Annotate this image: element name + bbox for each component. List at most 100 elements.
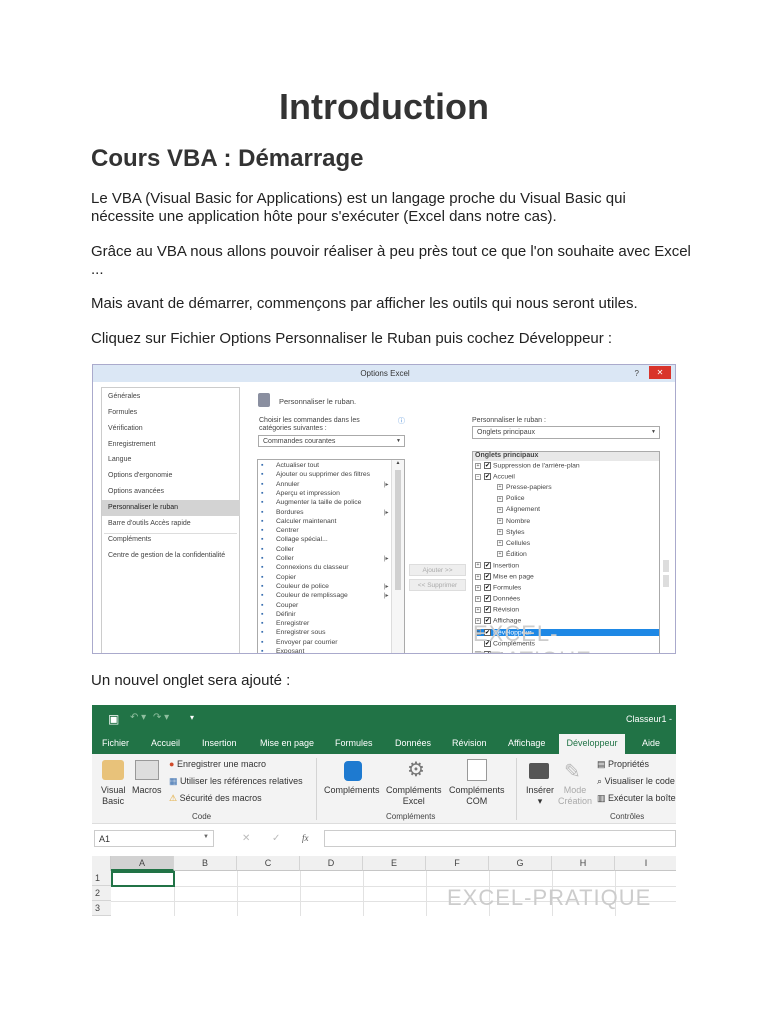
gear-icon[interactable]: ⚙ bbox=[407, 757, 425, 782]
command-item[interactable]: Annuler bbox=[276, 481, 299, 488]
select-all-corner[interactable] bbox=[92, 856, 111, 871]
excel-addins-button[interactable]: Compléments Excel bbox=[386, 785, 442, 807]
command-item[interactable]: Connexions du classeur bbox=[276, 564, 349, 571]
command-item[interactable]: Actualiser tout bbox=[276, 462, 319, 469]
close-button[interactable]: ✕ bbox=[649, 366, 671, 379]
category-item[interactable]: Langue bbox=[108, 456, 131, 463]
command-item[interactable]: Copier bbox=[276, 574, 296, 581]
column-header[interactable]: B bbox=[174, 856, 237, 871]
expand-icon[interactable]: + bbox=[497, 495, 503, 502]
checkbox[interactable]: ✔ bbox=[484, 595, 491, 603]
column-header[interactable]: I bbox=[615, 856, 676, 871]
expand-icon[interactable]: + bbox=[475, 462, 481, 469]
insert-function-icon[interactable]: fx bbox=[302, 833, 309, 843]
tree-item[interactable]: + Nombre bbox=[497, 518, 530, 525]
remove-button[interactable]: << Supprimer bbox=[409, 579, 466, 591]
redo-icon[interactable]: ↷ ▾ bbox=[153, 712, 169, 723]
active-cell-a1[interactable] bbox=[111, 871, 175, 887]
checkbox[interactable]: ✔ bbox=[484, 584, 491, 592]
command-item[interactable]: Enregistrer sous bbox=[276, 629, 326, 636]
command-item[interactable]: Couper bbox=[276, 602, 298, 609]
com-addins-button[interactable]: Compléments COM bbox=[449, 785, 505, 807]
tree-item[interactable]: + ✔ Formules bbox=[475, 584, 521, 591]
row-header[interactable]: 1 bbox=[92, 871, 111, 886]
command-item[interactable]: Enregistrer bbox=[276, 620, 309, 627]
save-icon[interactable]: ▣ bbox=[108, 712, 119, 726]
addins-icon[interactable] bbox=[344, 761, 362, 781]
tab-aide[interactable]: Aide bbox=[642, 738, 660, 748]
command-item[interactable]: Envoyer par courrier bbox=[276, 639, 338, 646]
move-down-button[interactable] bbox=[663, 575, 669, 587]
expand-icon[interactable]: − bbox=[475, 473, 481, 480]
tab-mise-en-page[interactable]: Mise en page bbox=[260, 738, 314, 748]
category-item-selected[interactable]: Personnaliser le ruban bbox=[108, 504, 178, 511]
checkbox[interactable]: ✔ bbox=[484, 561, 491, 569]
tab-formules[interactable]: Formules bbox=[335, 738, 373, 748]
checkbox[interactable]: ✔ bbox=[484, 573, 491, 580]
run-dialog-button[interactable]: ▥ Exécuter la boîte bbox=[597, 793, 676, 804]
commands-category-select[interactable]: Commandes courantes ▼ bbox=[258, 435, 405, 447]
expand-icon[interactable]: + bbox=[475, 595, 481, 602]
visual-basic-button[interactable]: Visual Basic bbox=[101, 785, 125, 807]
toolbox-icon[interactable] bbox=[529, 763, 549, 779]
command-item[interactable]: Coller bbox=[276, 555, 294, 562]
column-header[interactable]: D bbox=[300, 856, 363, 871]
move-up-button[interactable] bbox=[663, 560, 669, 572]
tab-affichage[interactable]: Affichage bbox=[508, 738, 545, 748]
tree-item[interactable]: + Police bbox=[497, 495, 525, 502]
command-item[interactable]: Coller bbox=[276, 546, 294, 553]
macros-button[interactable]: Macros bbox=[132, 785, 162, 795]
record-macro-button[interactable]: ● Enregistrer une macro bbox=[169, 759, 266, 769]
help-button[interactable]: ? bbox=[635, 365, 639, 382]
enter-icon[interactable]: ✓ bbox=[272, 833, 280, 844]
tree-item[interactable]: + ✔ Révision bbox=[475, 606, 519, 614]
scroll-up-icon[interactable]: ▲ bbox=[392, 460, 404, 466]
command-item[interactable]: Calculer maintenant bbox=[276, 518, 336, 525]
category-item[interactable]: Barre d'outils Accès rapide bbox=[108, 520, 191, 527]
view-code-button[interactable]: ⌕ Visualiser le code bbox=[597, 776, 675, 787]
expand-icon[interactable]: + bbox=[497, 484, 503, 491]
design-mode-button[interactable]: Mode Création bbox=[558, 785, 592, 807]
formula-input[interactable] bbox=[324, 830, 676, 847]
expand-icon[interactable]: + bbox=[497, 506, 503, 513]
checkbox[interactable]: ✔ bbox=[484, 473, 491, 481]
tree-item[interactable]: + Presse-papiers bbox=[497, 484, 552, 491]
checkbox[interactable]: ✔ bbox=[484, 462, 491, 469]
expand-icon[interactable]: + bbox=[497, 551, 503, 557]
tree-item[interactable]: + Cellules bbox=[497, 540, 530, 547]
name-box[interactable]: A1 ▼ bbox=[94, 830, 214, 847]
ribbon-tabs-select[interactable]: Onglets principaux ▼ bbox=[472, 426, 660, 439]
tree-item[interactable]: + ✔ Insertion bbox=[475, 561, 519, 569]
scrollbar[interactable]: ▲ bbox=[391, 460, 404, 653]
expand-icon[interactable]: + bbox=[497, 539, 503, 546]
tab-fichier[interactable]: Fichier bbox=[102, 738, 129, 748]
column-header[interactable]: G bbox=[489, 856, 552, 871]
category-item[interactable]: Vérification bbox=[108, 425, 143, 432]
tab-insertion[interactable]: Insertion bbox=[202, 738, 237, 748]
command-item[interactable]: Augmenter la taille de police bbox=[276, 499, 361, 506]
scroll-thumb[interactable] bbox=[395, 470, 401, 590]
cancel-icon[interactable]: ✕ bbox=[242, 833, 250, 844]
com-addins-icon[interactable] bbox=[467, 759, 487, 781]
insert-control-button[interactable]: Insérer ▾ bbox=[526, 785, 554, 807]
expand-icon[interactable]: + bbox=[475, 573, 481, 580]
command-item[interactable]: Bordures bbox=[276, 509, 304, 516]
column-header[interactable]: H bbox=[552, 856, 615, 871]
expand-icon[interactable]: + bbox=[475, 606, 481, 613]
column-header[interactable]: C bbox=[237, 856, 300, 871]
category-item[interactable]: Formules bbox=[108, 409, 137, 416]
tree-item[interactable]: + ✔ Données bbox=[475, 595, 520, 602]
properties-button[interactable]: ▤ Propriétés bbox=[597, 759, 649, 770]
visual-basic-icon[interactable] bbox=[102, 760, 124, 780]
commands-list[interactable]: ▲ ▪ Actualiser tout ▪ Ajouter ou supprimer … bbox=[257, 459, 405, 653]
expand-icon[interactable]: + bbox=[475, 584, 481, 591]
column-header[interactable]: F bbox=[426, 856, 489, 871]
row-header[interactable]: 2 bbox=[92, 886, 111, 901]
tree-item[interactable]: + ✔ Suppression de l'arrière-plan bbox=[475, 462, 580, 469]
category-item[interactable]: Générales bbox=[108, 393, 140, 400]
tab-revision[interactable]: Révision bbox=[452, 738, 487, 748]
category-item[interactable]: Options avancées bbox=[108, 488, 164, 495]
tab-accueil[interactable]: Accueil bbox=[151, 738, 180, 748]
command-item[interactable]: Collage spécial... bbox=[276, 536, 328, 543]
command-item[interactable]: Définir bbox=[276, 611, 296, 618]
